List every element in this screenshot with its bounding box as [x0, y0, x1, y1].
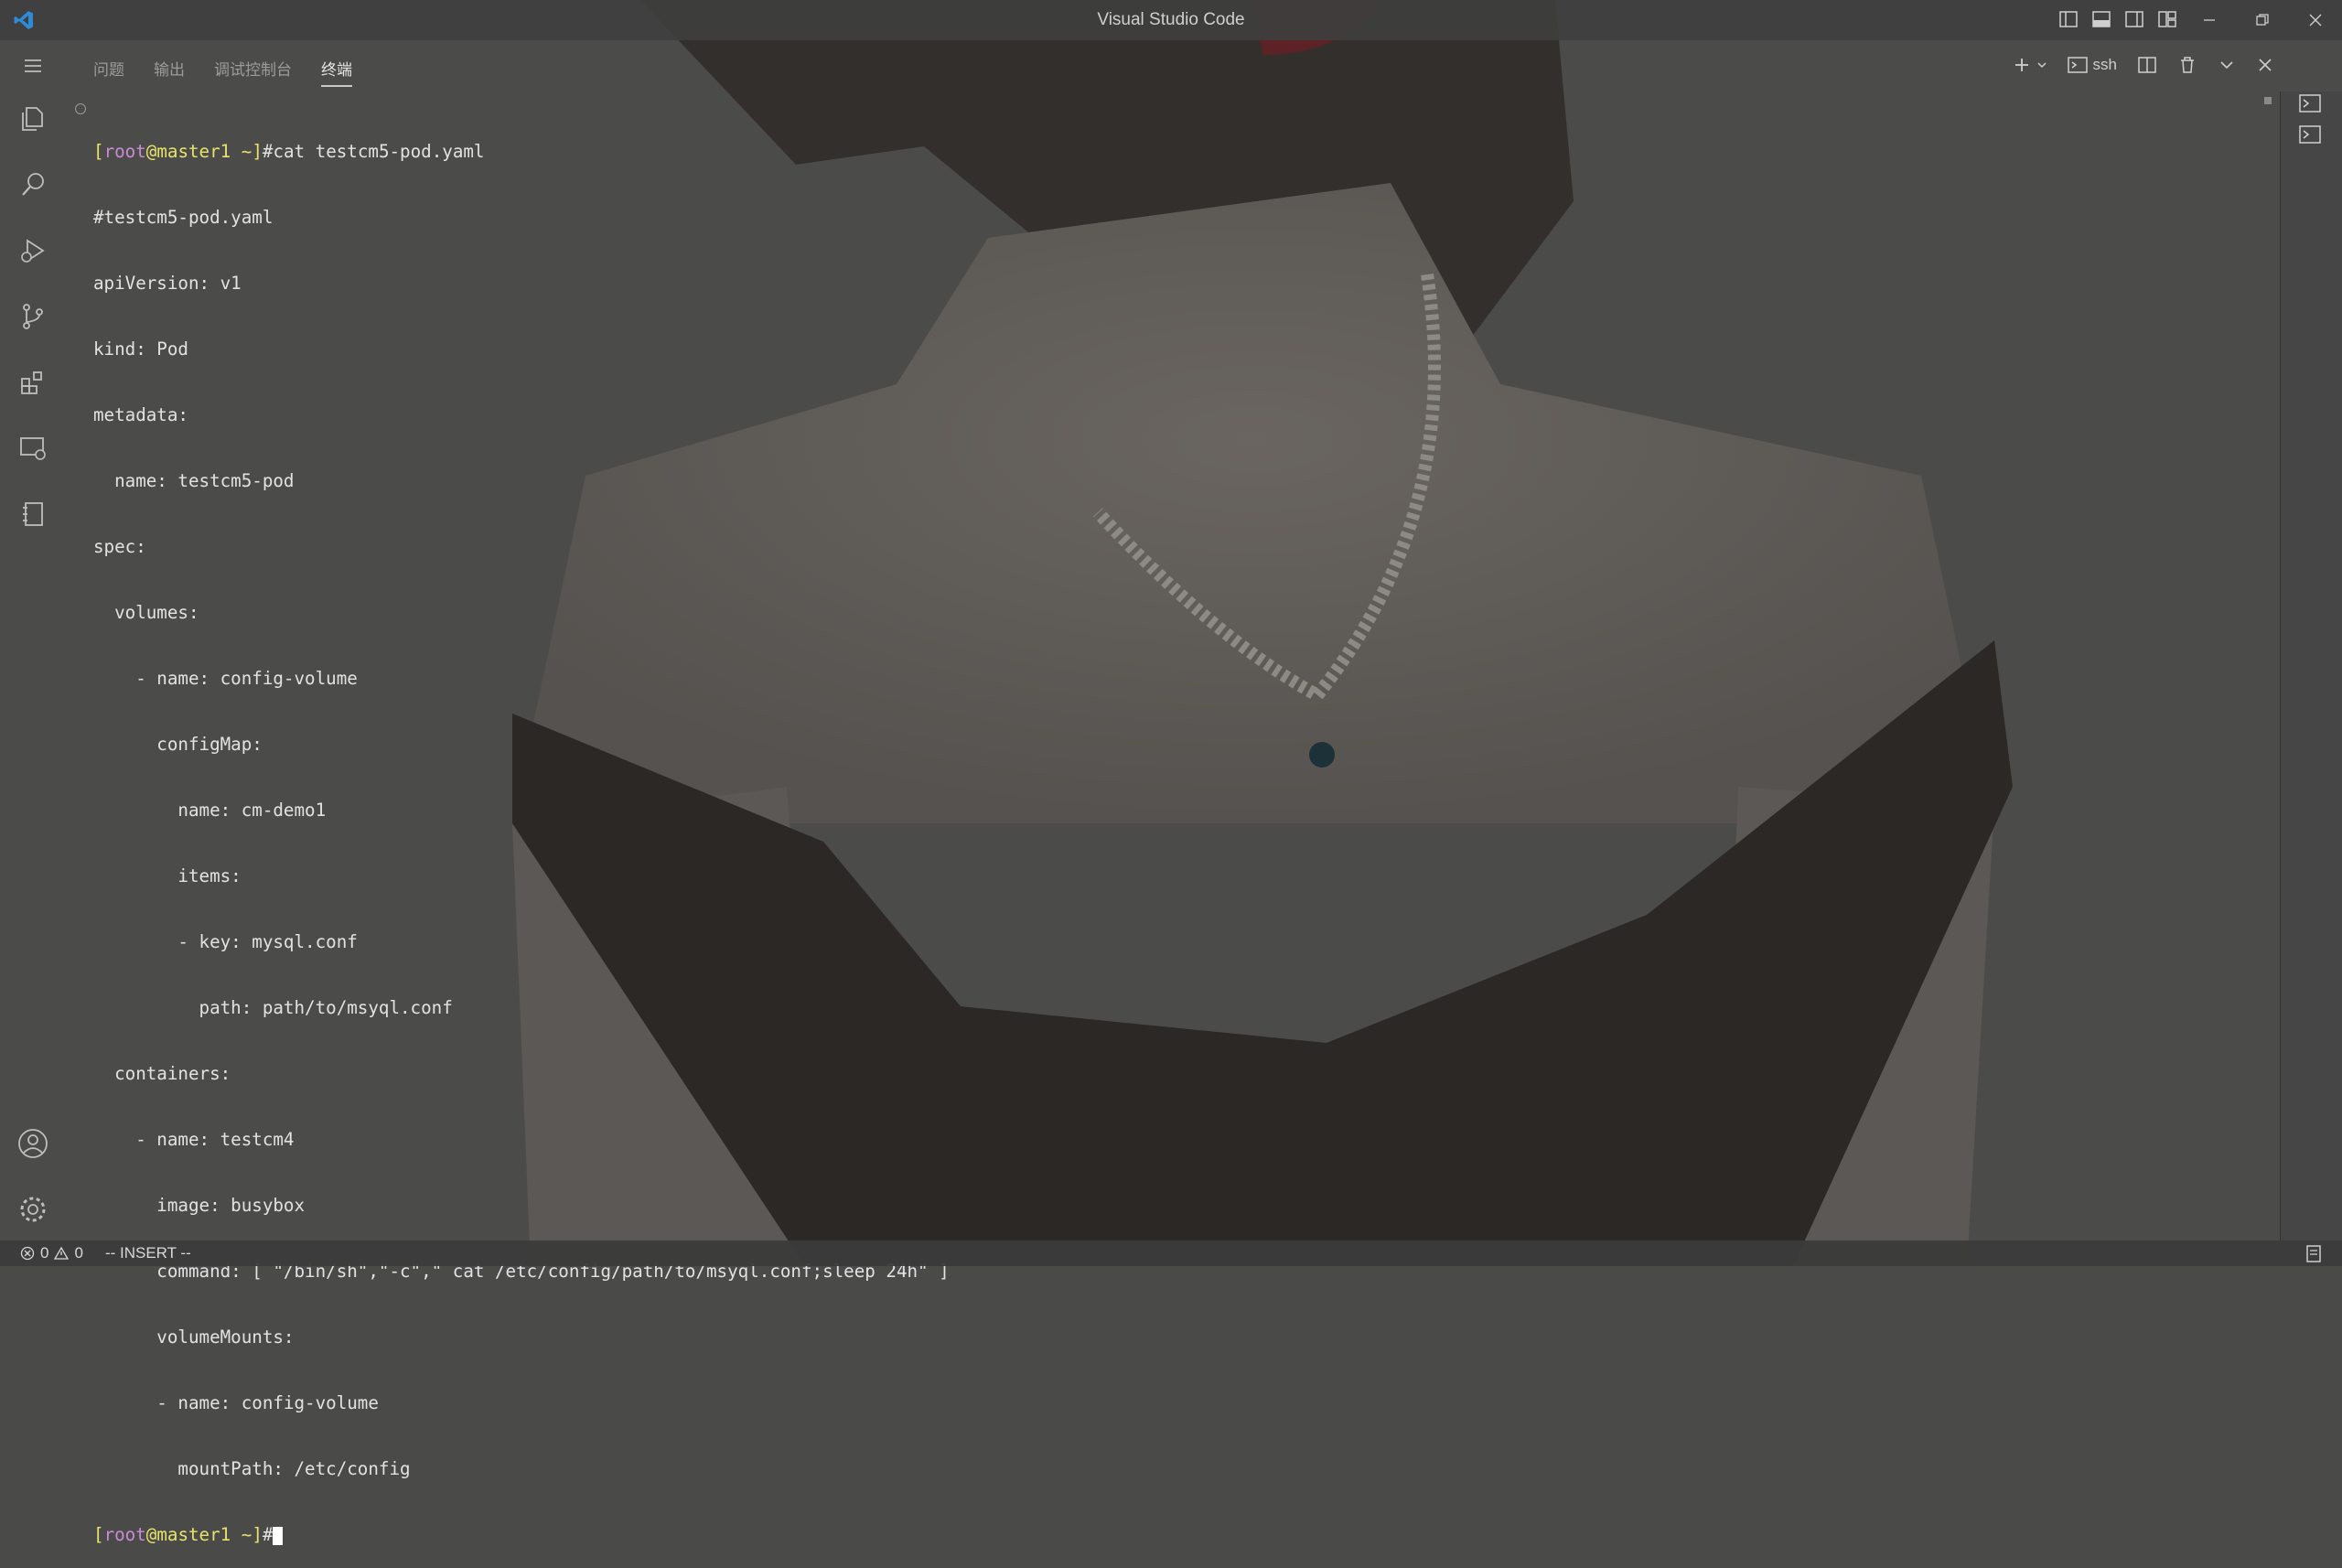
notebook-icon[interactable] — [16, 498, 49, 531]
activity-bar — [0, 40, 66, 1240]
terminal-line: volumeMounts: — [93, 1326, 295, 1348]
terminal-line: - name: testcm4 — [93, 1129, 295, 1150]
terminal-line: configMap: — [93, 734, 263, 755]
status-bar: 0 0 -- INSERT -- — [0, 1240, 2342, 1266]
warning-count: 0 — [74, 1244, 83, 1262]
terminal-line: #testcm5-pod.yaml — [93, 207, 274, 228]
account-icon[interactable] — [16, 1127, 49, 1160]
terminal-profile-label: ssh — [2092, 56, 2117, 73]
close-window-icon[interactable] — [2289, 0, 2342, 40]
terminal-line: - key: mysql.conf — [93, 931, 358, 952]
terminal-line: containers: — [93, 1063, 231, 1084]
tab-terminal[interactable]: 终端 — [321, 57, 352, 87]
trash-icon[interactable] — [2177, 55, 2197, 75]
terminal-line: spec: — [93, 536, 146, 557]
terminal-line: name: testcm5-pod — [93, 470, 295, 491]
minimize-icon[interactable] — [2183, 0, 2236, 40]
notifications-icon[interactable] — [2304, 1243, 2324, 1263]
customize-layout-icon[interactable] — [2157, 9, 2177, 29]
terminal-line: - name: config-volume — [93, 1392, 379, 1413]
terminal-line: apiVersion: v1 — [93, 273, 242, 294]
terminal-line: kind: Pod — [93, 338, 188, 360]
terminal-tabs-list — [2280, 91, 2342, 1240]
new-terminal-button[interactable] — [2013, 56, 2047, 74]
window-title: Visual Studio Code — [1097, 10, 1245, 29]
terminal-cursor — [273, 1526, 284, 1545]
terminal-icon — [2299, 94, 2321, 113]
plus-icon — [2014, 59, 2028, 71]
explorer-icon[interactable] — [16, 102, 49, 135]
terminal-icon — [2299, 125, 2321, 144]
terminal-prompt-line: [root@master1 ~]# — [93, 1524, 2197, 1546]
chevron-down-icon[interactable] — [2218, 56, 2236, 74]
tab-problems[interactable]: 问题 — [93, 57, 124, 87]
panel-header: 问题 输出 调试控制台 终端 ssh — [66, 40, 2280, 91]
restore-icon[interactable] — [2236, 0, 2289, 40]
terminal-line: image: busybox — [93, 1195, 306, 1216]
error-icon — [20, 1246, 35, 1261]
problems-status[interactable]: 0 0 — [20, 1244, 83, 1262]
terminal-command: cat testcm5-pod.yaml — [273, 141, 485, 162]
search-icon[interactable] — [16, 168, 49, 201]
warning-icon — [54, 1246, 70, 1260]
run-debug-icon[interactable] — [16, 234, 49, 267]
command-decoration-icon[interactable] — [75, 103, 86, 114]
tab-output[interactable]: 输出 — [154, 57, 185, 87]
tab-debug-console[interactable]: 调试控制台 — [214, 57, 292, 87]
settings-gear-icon[interactable] — [16, 1193, 49, 1226]
error-count: 0 — [40, 1244, 49, 1262]
terminal-line: volumes: — [93, 602, 199, 623]
extensions-icon[interactable] — [16, 366, 49, 399]
close-panel-icon[interactable] — [2256, 56, 2274, 74]
source-control-icon[interactable] — [16, 300, 49, 333]
terminal-output[interactable]: [root@master1 ~]#cat testcm5-pod.yaml #t… — [93, 97, 2197, 1545]
chevron-down-icon — [2037, 62, 2047, 69]
terminal-line: - name: config-volume — [93, 668, 358, 689]
toggle-primary-sidebar-icon[interactable] — [2058, 9, 2079, 29]
terminal-line: name: cm-demo1 — [93, 800, 327, 821]
menu-icon[interactable] — [16, 49, 49, 82]
split-terminal-icon[interactable] — [2137, 55, 2157, 75]
toggle-panel-icon[interactable] — [2091, 9, 2111, 29]
remote-explorer-icon[interactable] — [16, 432, 49, 465]
terminal-tab-item[interactable] — [2299, 93, 2325, 117]
title-bar: Visual Studio Code — [0, 0, 2342, 40]
terminal-tab-item[interactable] — [2299, 124, 2325, 148]
vim-mode-status[interactable]: -- INSERT -- — [105, 1244, 191, 1262]
terminal-line: path: path/to/msyql.conf — [93, 997, 453, 1018]
terminal-line: mountPath: /etc/config — [93, 1458, 411, 1479]
toggle-secondary-sidebar-icon[interactable] — [2124, 9, 2144, 29]
terminal-icon — [2067, 57, 2088, 73]
terminal-line: metadata: — [93, 404, 188, 425]
terminal-line: items: — [93, 865, 242, 886]
terminal-scrollbar[interactable] — [2264, 97, 2272, 104]
terminal-profile-ssh[interactable]: ssh — [2067, 56, 2117, 74]
terminal-prompt-line: [root@master1 ~]#cat testcm5-pod.yaml — [93, 141, 485, 162]
